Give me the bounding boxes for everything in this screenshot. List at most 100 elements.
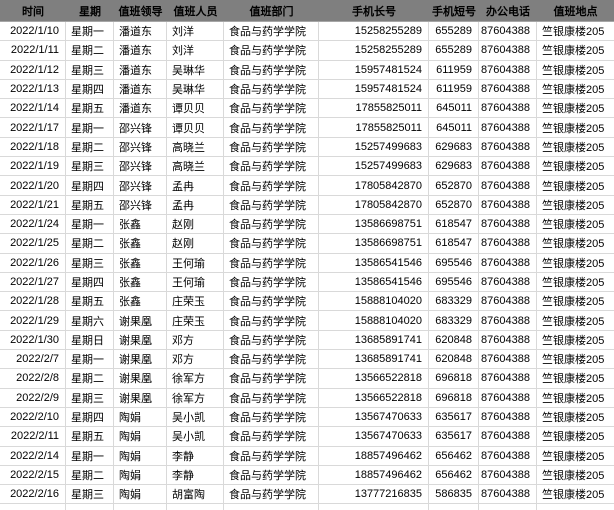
column-header-duty_leader[interactable]: 值班领导 (114, 0, 167, 21)
cell-date[interactable]: 2022/1/13 (0, 80, 66, 98)
cell-duty_staff[interactable]: 邓方 (167, 350, 224, 368)
cell-weekday[interactable] (66, 504, 114, 510)
cell-weekday[interactable]: 星期三 (66, 61, 114, 79)
cell-mobile_long[interactable]: 17855825011 (319, 118, 429, 136)
cell-weekday[interactable]: 星期四 (66, 273, 114, 291)
column-header-location[interactable]: 值班地点 (537, 0, 614, 21)
cell-location[interactable]: 竺银康楼205 (537, 22, 614, 40)
column-header-mobile_long[interactable]: 手机长号 (319, 0, 429, 21)
cell-location[interactable]: 竺银康楼205 (537, 466, 614, 484)
cell-duty_staff[interactable]: 吴琳华 (167, 80, 224, 98)
cell-office_phone[interactable]: 87604388 (479, 273, 537, 291)
cell-department[interactable]: 食品与药学学院 (224, 427, 319, 445)
cell-location[interactable]: 竺银康楼205 (537, 41, 614, 59)
cell-duty_leader[interactable]: 张鑫 (114, 292, 167, 310)
cell-department[interactable]: 食品与药学学院 (224, 196, 319, 214)
cell-duty_leader[interactable]: 陶娟 (114, 466, 167, 484)
cell-duty_staff[interactable]: 庄荣玉 (167, 311, 224, 329)
cell-duty_leader[interactable]: 潘道东 (114, 99, 167, 117)
cell-office_phone[interactable]: 87604388 (479, 408, 537, 426)
column-header-duty_staff[interactable]: 值班人员 (167, 0, 224, 21)
cell-office_phone[interactable]: 87604388 (479, 22, 537, 40)
cell-mobile_long[interactable]: 13586541546 (319, 273, 429, 291)
cell-duty_staff[interactable]: 庄荣玉 (167, 292, 224, 310)
cell-department[interactable]: 食品与药学学院 (224, 292, 319, 310)
cell-date[interactable] (0, 504, 66, 510)
cell-duty_staff[interactable]: 李静 (167, 466, 224, 484)
cell-department[interactable]: 食品与药学学院 (224, 157, 319, 175)
cell-weekday[interactable]: 星期三 (66, 254, 114, 272)
cell-office_phone[interactable] (479, 504, 537, 510)
cell-mobile_long[interactable]: 15258255289 (319, 22, 429, 40)
cell-weekday[interactable]: 星期五 (66, 99, 114, 117)
cell-department[interactable]: 食品与药学学院 (224, 350, 319, 368)
cell-location[interactable]: 竺银康楼205 (537, 61, 614, 79)
cell-duty_leader[interactable]: 邵兴锋 (114, 157, 167, 175)
cell-mobile_short[interactable]: 652870 (429, 196, 479, 214)
cell-office_phone[interactable]: 87604388 (479, 80, 537, 98)
cell-mobile_long[interactable]: 13586541546 (319, 254, 429, 272)
cell-mobile_long[interactable]: 18857496462 (319, 466, 429, 484)
cell-department[interactable]: 食品与药学学院 (224, 22, 319, 40)
cell-duty_leader[interactable]: 谢果凰 (114, 311, 167, 329)
cell-department[interactable]: 食品与药学学院 (224, 99, 319, 117)
cell-office_phone[interactable]: 87604388 (479, 369, 537, 387)
cell-mobile_long[interactable] (319, 504, 429, 510)
cell-duty_leader[interactable]: 张鑫 (114, 254, 167, 272)
cell-duty_leader[interactable]: 潘道东 (114, 22, 167, 40)
cell-office_phone[interactable]: 87604388 (479, 254, 537, 272)
column-header-department[interactable]: 值班部门 (224, 0, 319, 21)
cell-date[interactable]: 2022/1/28 (0, 292, 66, 310)
cell-office_phone[interactable]: 87604388 (479, 99, 537, 117)
cell-location[interactable]: 竺银康楼205 (537, 196, 614, 214)
cell-weekday[interactable]: 星期三 (66, 389, 114, 407)
cell-mobile_long[interactable]: 17805842870 (319, 176, 429, 194)
cell-mobile_short[interactable]: 645011 (429, 118, 479, 136)
cell-duty_leader[interactable]: 潘道东 (114, 80, 167, 98)
cell-department[interactable]: 食品与药学学院 (224, 254, 319, 272)
cell-mobile_long[interactable]: 13586698751 (319, 215, 429, 233)
cell-mobile_long[interactable]: 15257499683 (319, 138, 429, 156)
cell-office_phone[interactable]: 87604388 (479, 389, 537, 407)
cell-department[interactable]: 食品与药学学院 (224, 118, 319, 136)
cell-weekday[interactable]: 星期三 (66, 157, 114, 175)
cell-duty_leader[interactable]: 陶娟 (114, 485, 167, 503)
cell-weekday[interactable]: 星期二 (66, 234, 114, 252)
cell-mobile_long[interactable]: 13777216835 (319, 485, 429, 503)
cell-duty_leader[interactable]: 邵兴锋 (114, 196, 167, 214)
cell-duty_leader[interactable]: 谢果凰 (114, 369, 167, 387)
cell-weekday[interactable]: 星期五 (66, 292, 114, 310)
cell-date[interactable]: 2022/1/30 (0, 331, 66, 349)
cell-date[interactable]: 2022/2/9 (0, 389, 66, 407)
cell-mobile_short[interactable]: 683329 (429, 311, 479, 329)
cell-location[interactable]: 竺银康楼205 (537, 389, 614, 407)
cell-date[interactable]: 2022/2/11 (0, 427, 66, 445)
cell-location[interactable]: 竺银康楼205 (537, 118, 614, 136)
cell-mobile_long[interactable]: 15258255289 (319, 41, 429, 59)
cell-location[interactable]: 竺银康楼205 (537, 234, 614, 252)
cell-department[interactable]: 食品与药学学院 (224, 234, 319, 252)
cell-mobile_long[interactable]: 13685891741 (319, 331, 429, 349)
cell-date[interactable]: 2022/2/10 (0, 408, 66, 426)
cell-department[interactable]: 食品与药学学院 (224, 389, 319, 407)
cell-office_phone[interactable]: 87604388 (479, 234, 537, 252)
cell-mobile_short[interactable]: 652870 (429, 176, 479, 194)
cell-mobile_long[interactable]: 15257499683 (319, 157, 429, 175)
cell-mobile_short[interactable]: 655289 (429, 22, 479, 40)
cell-date[interactable]: 2022/1/19 (0, 157, 66, 175)
cell-date[interactable]: 2022/2/7 (0, 350, 66, 368)
cell-date[interactable]: 2022/1/18 (0, 138, 66, 156)
cell-location[interactable]: 竺银康楼205 (537, 350, 614, 368)
cell-weekday[interactable]: 星期三 (66, 485, 114, 503)
cell-duty_staff[interactable]: 王何瑜 (167, 254, 224, 272)
cell-duty_staff[interactable]: 刘洋 (167, 22, 224, 40)
cell-duty_leader[interactable]: 张鑫 (114, 234, 167, 252)
cell-location[interactable]: 竺银康楼205 (537, 273, 614, 291)
cell-location[interactable]: 竺银康楼205 (537, 157, 614, 175)
cell-date[interactable]: 2022/2/16 (0, 485, 66, 503)
cell-duty_leader[interactable]: 潘道东 (114, 41, 167, 59)
cell-office_phone[interactable]: 87604388 (479, 157, 537, 175)
cell-office_phone[interactable]: 87604388 (479, 311, 537, 329)
cell-office_phone[interactable]: 87604388 (479, 61, 537, 79)
cell-weekday[interactable]: 星期一 (66, 447, 114, 465)
